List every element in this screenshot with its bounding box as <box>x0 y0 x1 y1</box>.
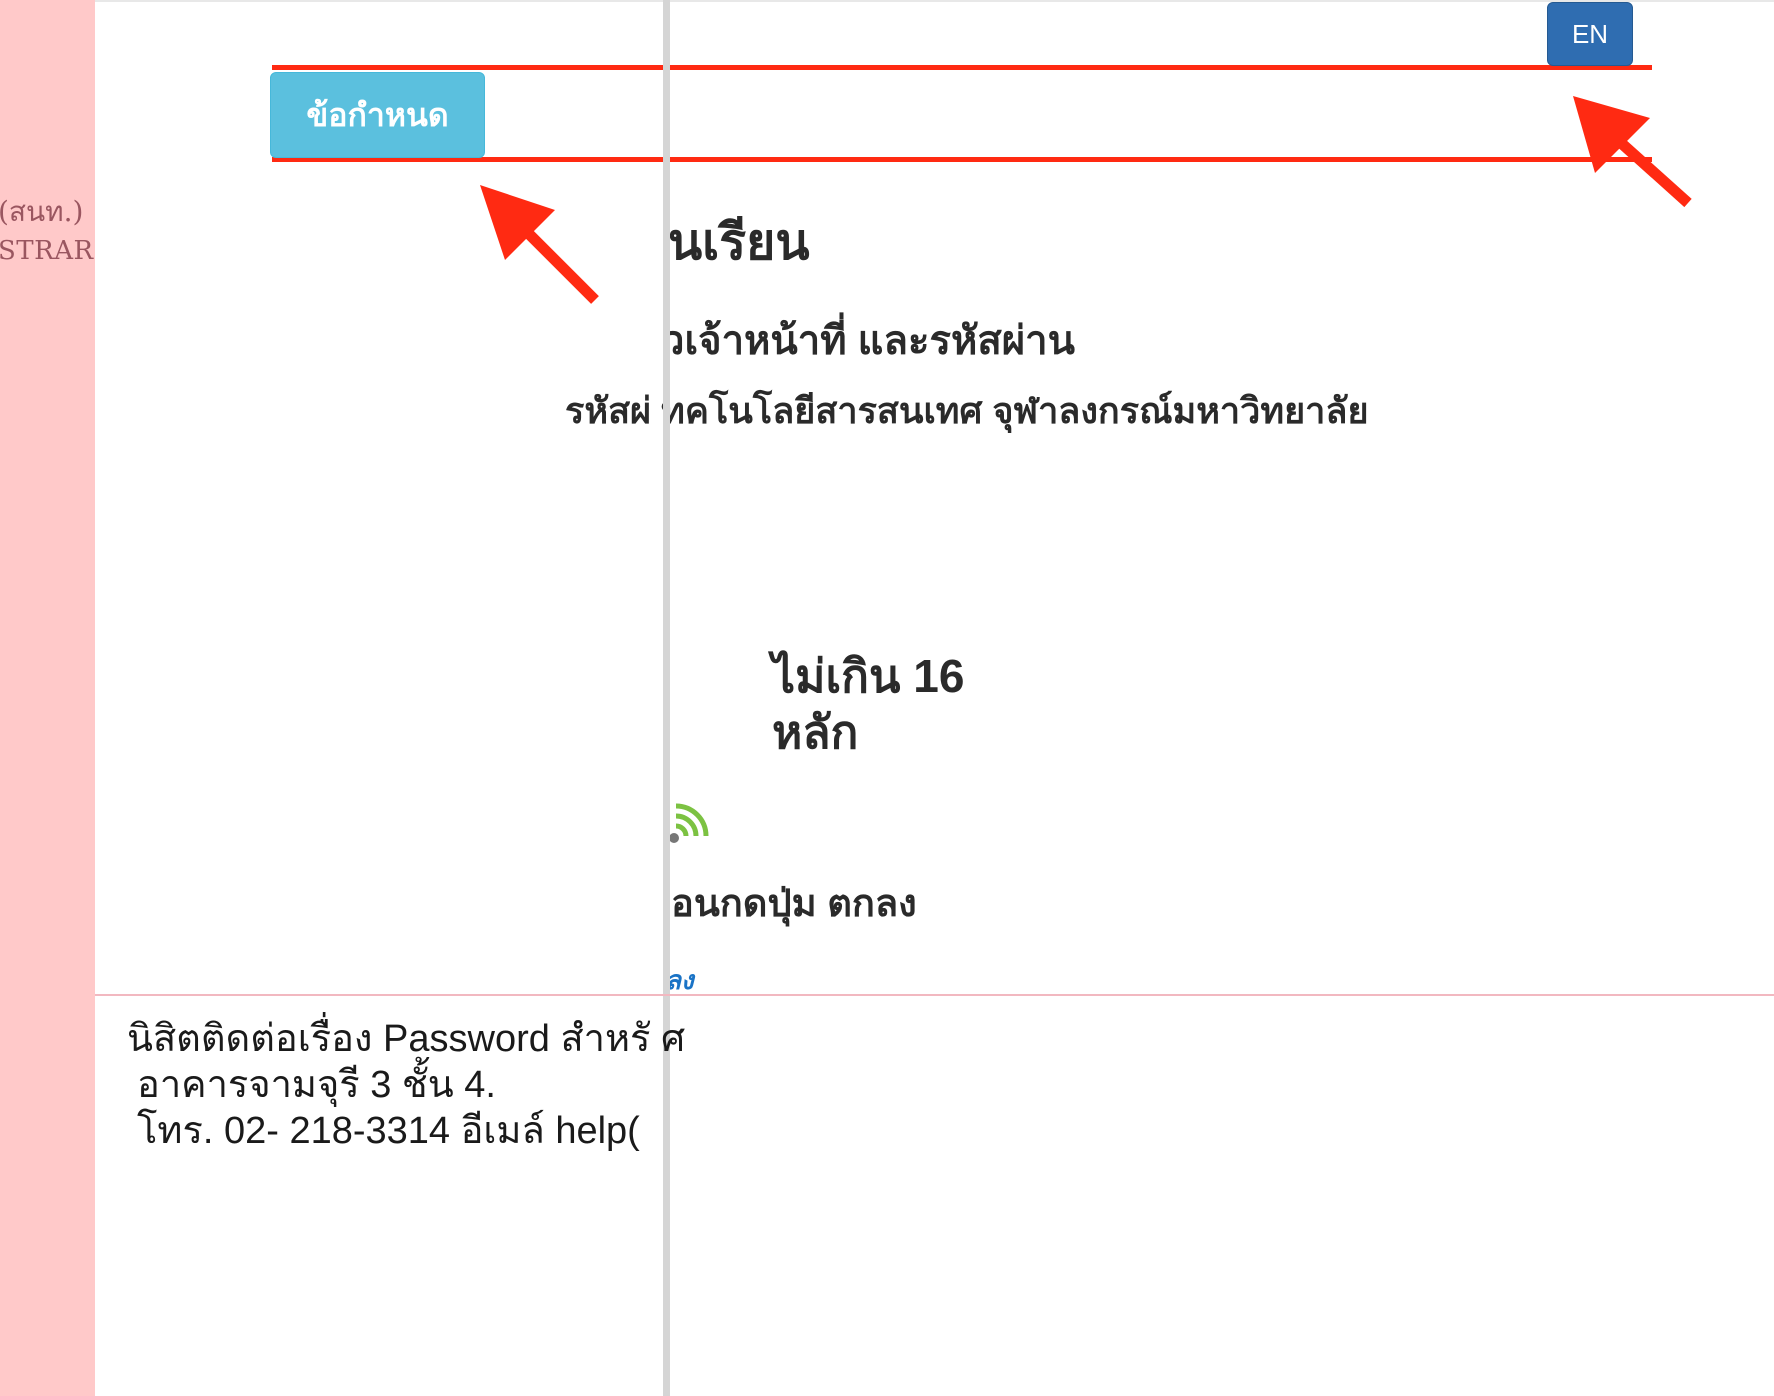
password-length-line1: ไม่เกิน 16 <box>772 650 965 702</box>
footer-contact: นิสิตติดต่อเรื่อง Password สำหรั ศ อาคาร… <box>127 1016 685 1154</box>
description-line: รหัสผ่ ทคโนโลยีสารสนเทศ จุฬาลงกรณ์มหาวิท… <box>565 390 1369 431</box>
page-title: นเรียน <box>668 214 810 270</box>
annotation-line-top <box>272 65 1652 70</box>
top-border <box>95 0 1774 2</box>
sidebar-org-name-en: STRAR <box>0 236 94 266</box>
sidebar-org-abbrev: (สนท.) <box>0 195 84 228</box>
annotation-arrow-icon <box>480 185 599 304</box>
password-length-note: ไม่เกิน 16 หลัก <box>772 648 964 760</box>
terms-button[interactable]: ข้อกำหนด <box>270 72 485 158</box>
page-subtitle: วเจ้าหน้าที่ และรหัสผ่าน <box>662 319 1075 363</box>
annotation-arrow-icon <box>1573 96 1692 208</box>
frame-divider[interactable] <box>663 0 670 1396</box>
footer-line-1: นิสิตติดต่อเรื่อง Password สำหรั ศ <box>127 1018 686 1060</box>
footer-line-3: โทร. 02- 218-3314 อีเมล์ help( <box>137 1110 640 1152</box>
footer-divider <box>95 994 1774 996</box>
language-toggle-button[interactable]: EN <box>1547 2 1633 66</box>
footer-line-2: อาคารจามจุรี 3 ชั้น 4. <box>137 1064 496 1106</box>
password-length-line2: หลัก <box>772 706 859 758</box>
wifi-signal-icon <box>669 803 709 843</box>
left-sidebar: (สนท.) STRAR <box>0 0 95 1396</box>
instruction-text: อนกดปุ่ม ตกลง <box>671 883 917 925</box>
